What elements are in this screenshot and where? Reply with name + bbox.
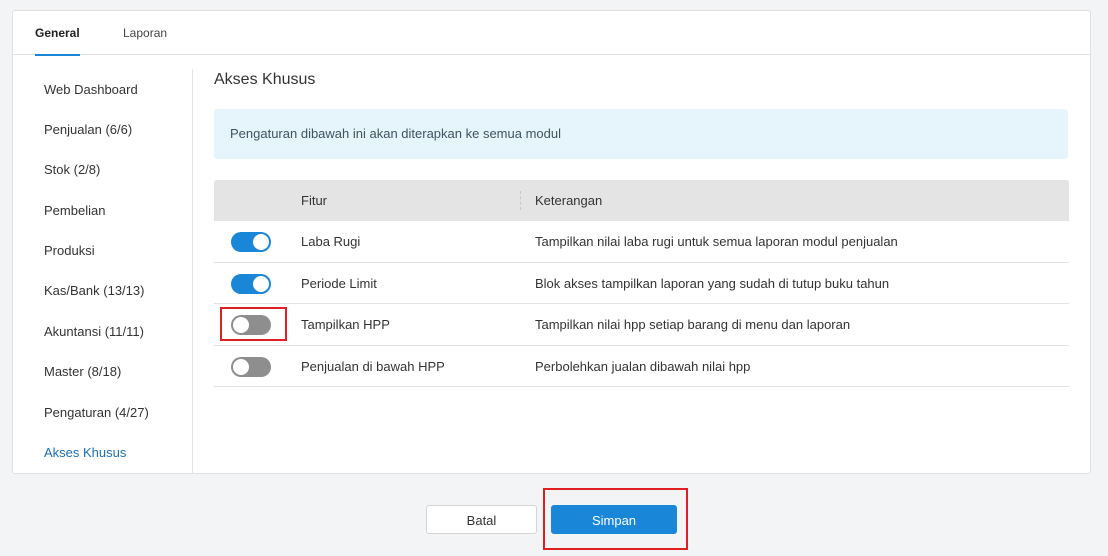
toggle-penjualan-di-bawah-hpp[interactable]	[231, 356, 271, 377]
cancel-button[interactable]: Batal	[426, 505, 537, 534]
feature-description: Perbolehkan jualan dibawah nilai hpp	[535, 358, 751, 374]
toggle-knob	[233, 358, 249, 375]
save-button[interactable]: Simpan	[551, 505, 677, 534]
feature-name: Laba Rugi	[301, 234, 361, 249]
tab-general[interactable]: General	[35, 11, 80, 56]
sidebar-item-master[interactable]: Master (8/18)	[44, 364, 121, 379]
info-banner: Pengaturan dibawah ini akan diterapkan k…	[214, 109, 1068, 159]
header-divider	[520, 191, 521, 210]
toggle-knob	[233, 317, 249, 333]
settings-card: General Laporan Web Dashboard Penjualan …	[12, 10, 1091, 474]
feature-description: Tampilkan nilai hpp setiap barang di men…	[535, 317, 851, 332]
toggle-laba-rugi[interactable]	[231, 232, 271, 252]
table-row: Laba Rugi Tampilkan nilai laba rugi untu…	[214, 221, 1069, 263]
sidebar-item-pembelian[interactable]: Pembelian	[44, 203, 105, 218]
sidebar-item-akses-khusus[interactable]: Akses Khusus	[44, 445, 126, 460]
header-description: Keterangan	[535, 193, 603, 208]
feature-table: Fitur Keterangan Laba Rugi Tampilkan nil…	[214, 180, 1069, 387]
table-row: Periode Limit Blok akses tampilkan lapor…	[214, 263, 1069, 304]
toggle-knob	[253, 234, 269, 250]
table-row: Tampilkan HPP Tampilkan nilai hpp setiap…	[214, 304, 1069, 346]
tab-bar: General Laporan	[13, 11, 1090, 56]
sidebar-item-pengaturan[interactable]: Pengaturan (4/27)	[44, 405, 149, 420]
feature-name: Penjualan di bawah HPP	[301, 358, 445, 374]
sidebar-item-web-dashboard[interactable]: Web Dashboard	[44, 82, 138, 97]
feature-description: Tampilkan nilai laba rugi untuk semua la…	[535, 234, 898, 249]
toggle-knob	[253, 275, 269, 292]
section-title: Akses Khusus	[214, 71, 316, 88]
feature-name: Tampilkan HPP	[301, 317, 390, 332]
sidebar-item-stok[interactable]: Stok (2/8)	[44, 162, 100, 177]
sidebar-item-akuntansi[interactable]: Akuntansi (11/11)	[44, 324, 144, 339]
toggle-tampilkan-hpp[interactable]	[231, 315, 271, 335]
sidebar-item-kas-bank[interactable]: Kas/Bank (13/13)	[44, 283, 144, 298]
table-row: Penjualan di bawah HPP Perbolehkan juala…	[214, 346, 1069, 387]
tab-laporan[interactable]: Laporan	[123, 11, 167, 55]
feature-name: Periode Limit	[301, 275, 377, 291]
table-header: Fitur Keterangan	[214, 180, 1069, 221]
sidebar-item-penjualan[interactable]: Penjualan (6/6)	[44, 122, 132, 137]
toggle-periode-limit[interactable]	[231, 273, 271, 294]
sidebar: Web Dashboard Penjualan (6/6) Stok (2/8)…	[13, 69, 193, 474]
sidebar-item-produksi[interactable]: Produksi	[44, 243, 95, 258]
header-feature: Fitur	[301, 193, 327, 208]
feature-description: Blok akses tampilkan laporan yang sudah …	[535, 275, 890, 291]
